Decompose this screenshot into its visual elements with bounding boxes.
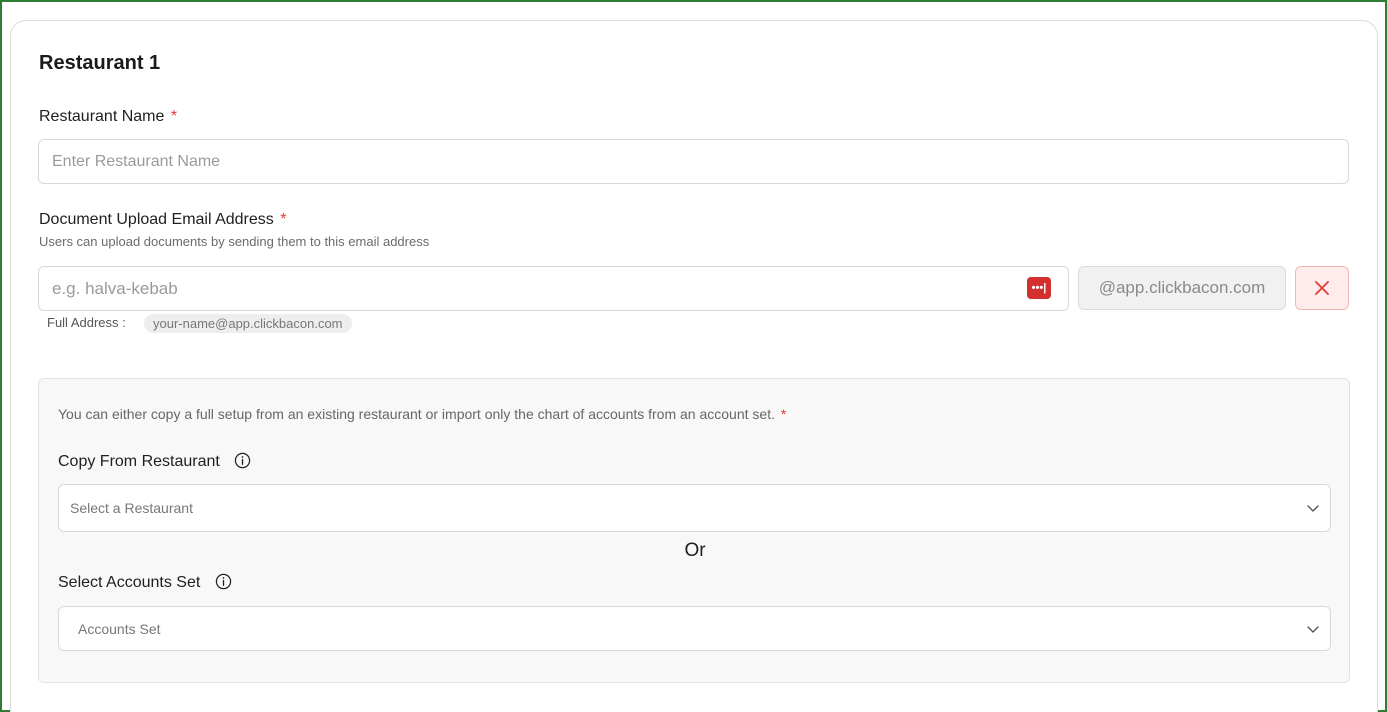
copy-from-label-text: Copy From Restaurant — [58, 453, 220, 470]
email-label: Document Upload Email Address * — [39, 211, 286, 229]
restaurant-select-placeholder: Select a Restaurant — [70, 500, 193, 516]
email-domain-suffix: @app.clickbacon.com — [1078, 266, 1286, 310]
accounts-set-label-text: Select Accounts Set — [58, 574, 201, 591]
restaurant-name-input[interactable]: Enter Restaurant Name — [38, 139, 1349, 184]
required-mark: * — [280, 211, 287, 228]
email-hint: Users can upload documents by sending th… — [39, 234, 430, 249]
required-mark: * — [170, 108, 178, 125]
restaurant-name-label: Restaurant Name * — [39, 108, 177, 126]
close-icon — [1315, 281, 1329, 295]
copy-from-label: Copy From Restaurant — [58, 452, 251, 471]
required-mark: * — [780, 406, 787, 422]
chevron-down-icon — [1307, 505, 1319, 512]
accounts-set-select[interactable]: Accounts Set — [58, 606, 1331, 651]
section-title: Restaurant 1 — [39, 52, 161, 74]
setup-note-text: You can either copy a full setup from an… — [58, 406, 775, 422]
or-divider: Or — [684, 540, 706, 561]
email-prefix-placeholder: e.g. halva-kebab — [52, 278, 178, 298]
accounts-set-placeholder: Accounts Set — [78, 620, 161, 637]
setup-panel: You can either copy a full setup from an… — [38, 378, 1350, 683]
email-label-text: Document Upload Email Address — [39, 211, 274, 228]
password-manager-icon[interactable]: •••| — [1027, 277, 1051, 299]
accounts-set-label: Select Accounts Set — [58, 573, 232, 592]
email-prefix-input[interactable]: e.g. halva-kebab •••| — [38, 266, 1069, 311]
chevron-down-icon — [1307, 625, 1319, 633]
restaurant-name-label-text: Restaurant Name — [39, 108, 165, 125]
setup-note: You can either copy a full setup from an… — [58, 406, 786, 422]
info-icon[interactable] — [215, 573, 232, 590]
restaurant-select[interactable]: Select a Restaurant — [58, 484, 1331, 532]
full-address-chip: your-name@app.clickbacon.com — [144, 314, 352, 333]
remove-email-button[interactable] — [1295, 266, 1349, 310]
full-address-label: Full Address : — [47, 315, 126, 330]
restaurant-name-placeholder: Enter Restaurant Name — [52, 152, 221, 170]
info-icon[interactable] — [234, 452, 251, 469]
restaurant-card: Restaurant 1 Restaurant Name * Enter Res… — [10, 20, 1378, 712]
